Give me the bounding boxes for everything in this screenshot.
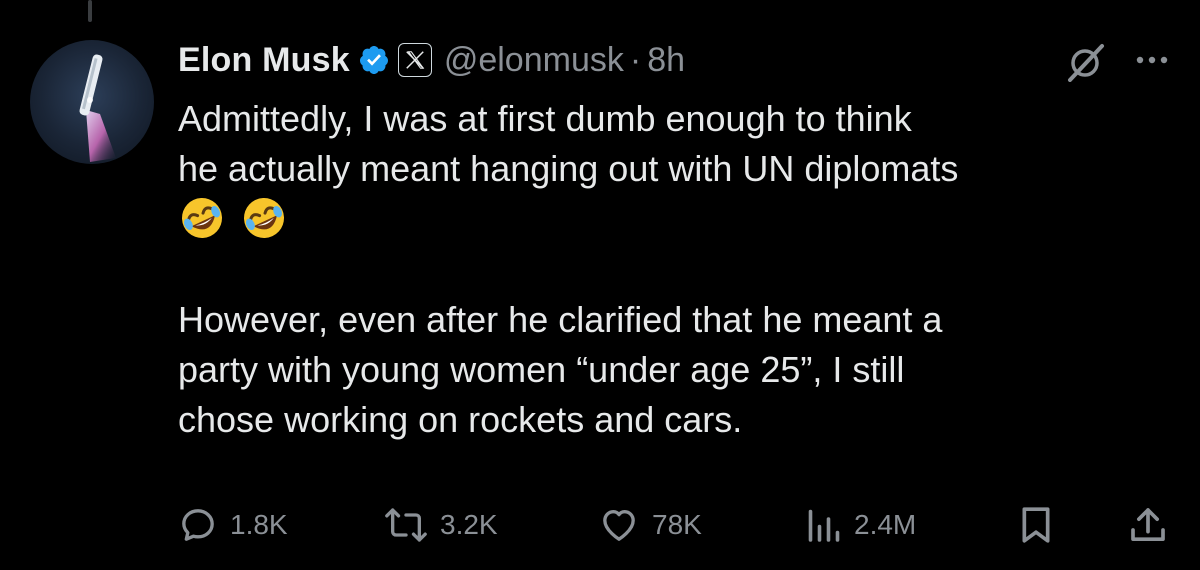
reply-button[interactable]: 1.8K (178, 500, 288, 550)
x-logo-icon[interactable] (397, 43, 432, 77)
tweet-text-line: However, even after he clarified that he… (178, 299, 943, 340)
header-separator: · (629, 40, 642, 79)
views-count: 2.4M (854, 509, 917, 540)
repost-count: 3.2K (440, 509, 498, 540)
tweet-body: Admittedly, I was at first dumb enough t… (178, 94, 1178, 445)
more-icon[interactable] (1132, 50, 1172, 70)
verified-badge-icon[interactable] (358, 44, 390, 76)
thread-connector-line (88, 0, 92, 22)
tweet-timestamp[interactable]: 8h (647, 41, 685, 80)
author-display-name[interactable]: Elon Musk (178, 41, 350, 80)
share-button[interactable] (1128, 500, 1168, 550)
reply-count: 1.8K (230, 509, 288, 540)
avatar[interactable] (30, 40, 154, 164)
share-icon (1131, 508, 1165, 541)
tweet-text-line: chose working on rockets and cars. (178, 399, 743, 440)
grok-icon[interactable] (1066, 42, 1106, 82)
like-count: 78K (652, 509, 702, 540)
tweet-text-line: party with young women “under age 25”, I… (178, 349, 905, 390)
author-handle[interactable]: @elonmusk (444, 41, 624, 80)
repost-icon (385, 508, 427, 542)
rolling-on-floor-laughing-emoji-icon (178, 194, 226, 242)
bookmark-button[interactable] (1018, 500, 1054, 550)
views-icon (808, 509, 840, 542)
tweet-text-line: he actually meant hanging out with UN di… (178, 148, 959, 189)
like-button[interactable]: 78K (598, 500, 702, 550)
bookmark-icon (1022, 507, 1050, 543)
tweet-header: Elon Musk @elonmusk · 8h (178, 36, 685, 84)
views-button[interactable]: 2.4M (806, 500, 916, 550)
heart-icon (603, 510, 635, 541)
repost-button[interactable]: 3.2K (384, 500, 498, 550)
rocket-avatar-image (79, 54, 116, 162)
tweet-text-line: Admittedly, I was at first dumb enough t… (178, 98, 912, 139)
rolling-on-floor-laughing-emoji-icon (240, 194, 288, 242)
tweet-action-bar: 1.8K 3.2K 78K 2.4M (0, 500, 1200, 550)
reply-icon (182, 509, 214, 541)
